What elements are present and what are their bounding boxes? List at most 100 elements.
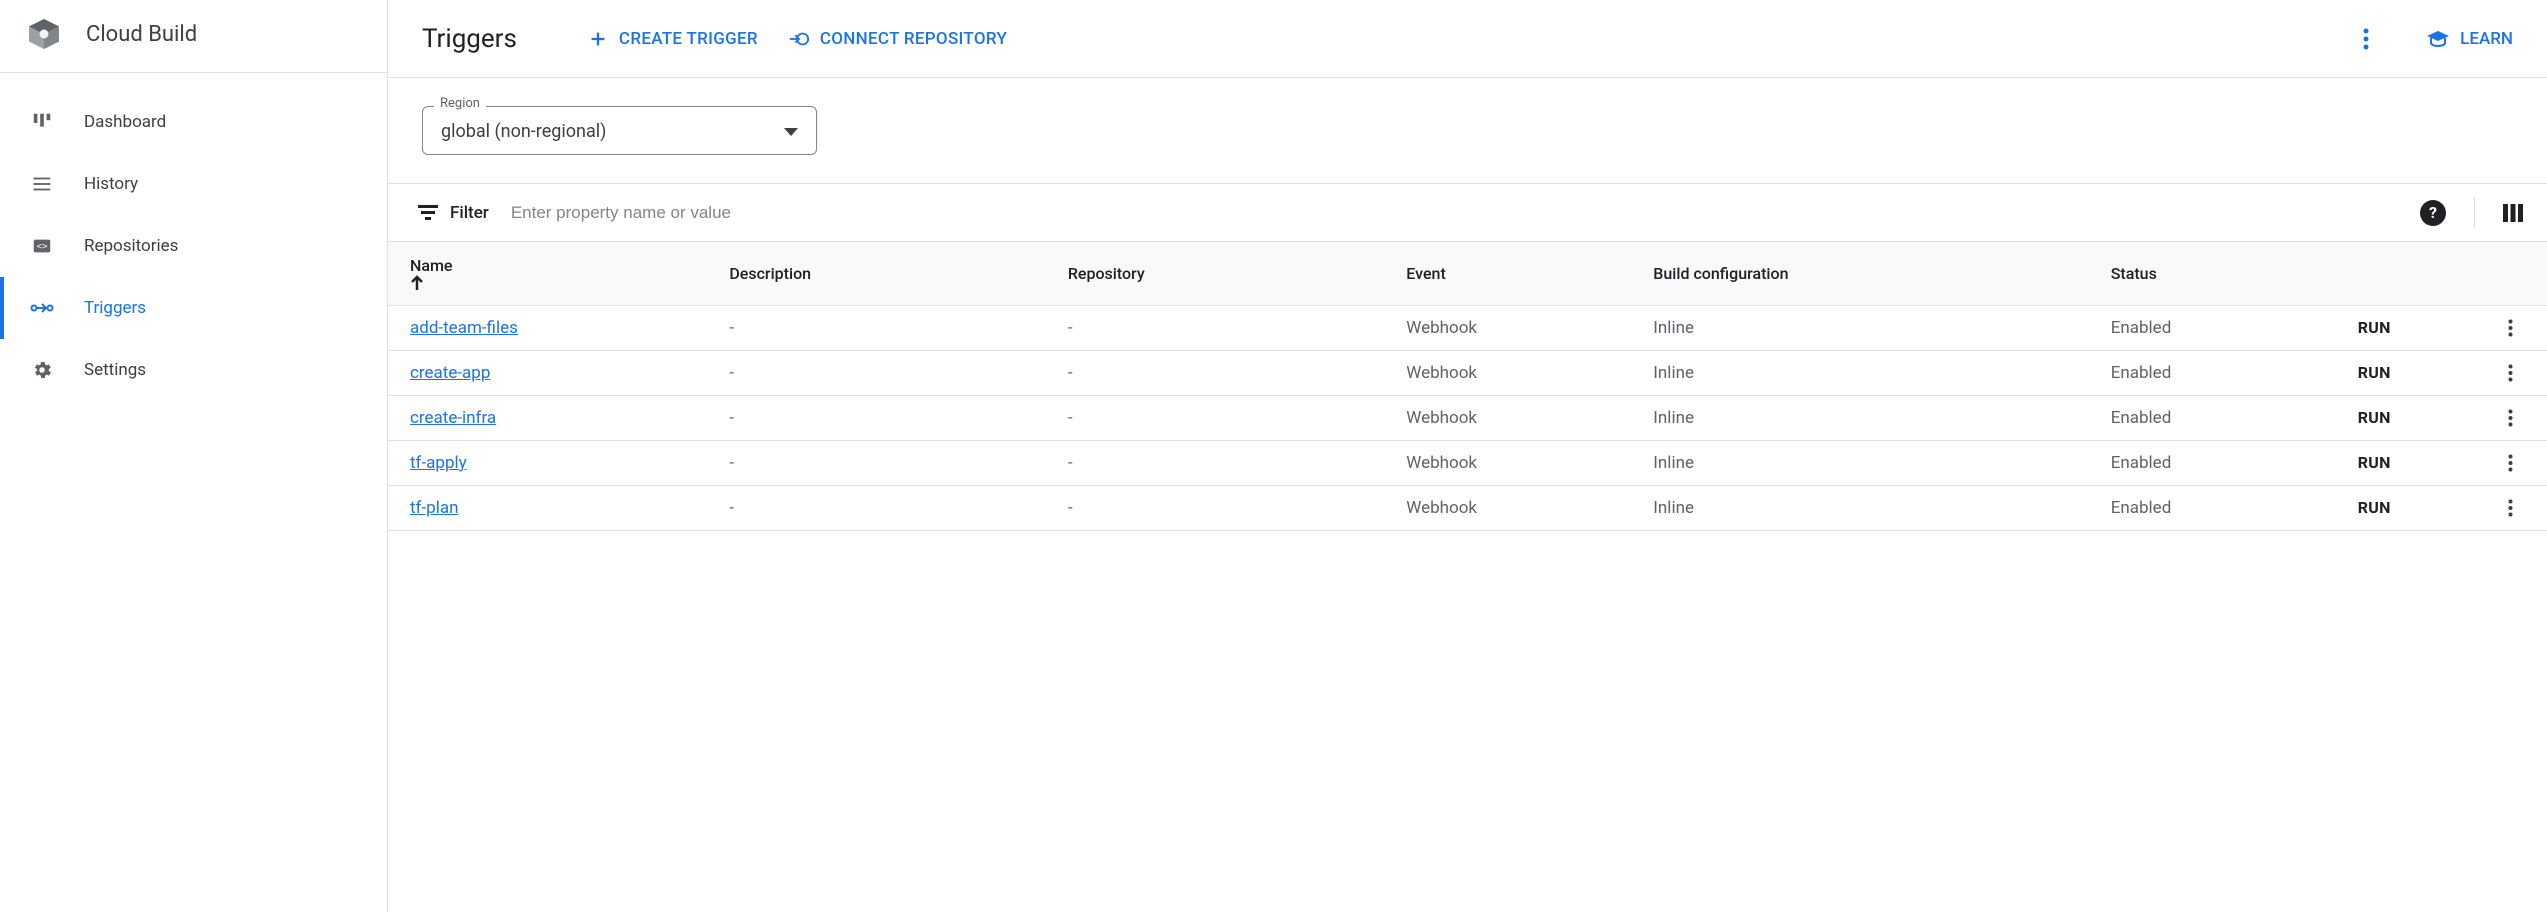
cell-event: Webhook xyxy=(1394,306,1641,351)
table-header-row: Name Description Repository Event Build … xyxy=(388,242,2547,306)
product-title: Cloud Build xyxy=(86,22,197,47)
header-event[interactable]: Event xyxy=(1394,242,1641,306)
header-description[interactable]: Description xyxy=(717,242,1055,306)
cell-status: Enabled xyxy=(2099,306,2346,351)
more-vert-icon xyxy=(2363,28,2369,50)
sidebar-item-settings[interactable]: Settings xyxy=(0,339,387,401)
run-button[interactable]: RUN xyxy=(2358,318,2391,337)
sort-ascending-icon xyxy=(410,275,705,291)
trigger-name-link[interactable]: add-team-files xyxy=(410,318,518,338)
cell-status: Enabled xyxy=(2099,351,2346,396)
settings-icon xyxy=(24,352,60,388)
cell-status: Enabled xyxy=(2099,441,2346,486)
run-button[interactable]: RUN xyxy=(2358,408,2391,427)
sidebar-item-label: History xyxy=(84,174,138,194)
create-trigger-button[interactable]: CREATE TRIGGER xyxy=(587,28,758,50)
cell-event: Webhook xyxy=(1394,486,1641,531)
cell-event: Webhook xyxy=(1394,441,1641,486)
triggers-table: Name Description Repository Event Build … xyxy=(388,241,2547,531)
header-build[interactable]: Build configuration xyxy=(1641,242,2098,306)
columns-icon[interactable] xyxy=(2503,204,2523,222)
region-field-label: Region xyxy=(434,96,486,111)
cell-repository: - xyxy=(1056,486,1394,531)
cell-event: Webhook xyxy=(1394,396,1641,441)
plus-icon xyxy=(587,28,609,50)
trigger-name-link[interactable]: tf-apply xyxy=(410,453,467,473)
filter-bar: Filter ? xyxy=(388,183,2547,241)
run-button[interactable]: RUN xyxy=(2358,498,2391,517)
history-icon xyxy=(24,166,60,202)
cell-build: Inline xyxy=(1641,486,2098,531)
filter-icon xyxy=(418,205,438,221)
run-button[interactable]: RUN xyxy=(2358,363,2391,382)
table-row: tf-apply--WebhookInlineEnabledRUN xyxy=(388,441,2547,486)
learn-icon xyxy=(2426,29,2450,49)
cell-build: Inline xyxy=(1641,441,2098,486)
cloud-build-logo-icon xyxy=(24,14,64,54)
trigger-name-link[interactable]: create-infra xyxy=(410,408,496,428)
cell-description: - xyxy=(717,396,1055,441)
table-row: add-team-files--WebhookInlineEnabledRUN xyxy=(388,306,2547,351)
divider xyxy=(2474,198,2475,228)
trigger-name-link[interactable]: create-app xyxy=(410,363,490,383)
row-menu-button[interactable] xyxy=(2486,364,2535,382)
trigger-name-link[interactable]: tf-plan xyxy=(410,498,459,518)
sidebar-item-triggers[interactable]: Triggers xyxy=(0,277,387,339)
connect-icon xyxy=(788,28,810,50)
cell-status: Enabled xyxy=(2099,486,2346,531)
region-value: global (non-regional) xyxy=(441,121,606,142)
page-title: Triggers xyxy=(422,24,517,54)
dashboard-icon xyxy=(24,104,60,140)
cell-build: Inline xyxy=(1641,351,2098,396)
topbar: Triggers CREATE TRIGGER CONNECT REPOSITO… xyxy=(388,0,2547,78)
cell-build: Inline xyxy=(1641,396,2098,441)
sidebar-item-repositories[interactable]: <> Repositories xyxy=(0,215,387,277)
svg-text:<>: <> xyxy=(36,241,48,252)
table-row: create-infra--WebhookInlineEnabledRUN xyxy=(388,396,2547,441)
sidebar-nav: Dashboard History <> Repositories Trigge… xyxy=(0,73,387,401)
table-row: create-app--WebhookInlineEnabledRUN xyxy=(388,351,2547,396)
sidebar-item-label: Dashboard xyxy=(84,112,166,132)
header-repository[interactable]: Repository xyxy=(1056,242,1394,306)
row-menu-button[interactable] xyxy=(2486,409,2535,427)
cell-event: Webhook xyxy=(1394,351,1641,396)
cell-description: - xyxy=(717,441,1055,486)
filter-label: Filter xyxy=(418,203,489,223)
filter-text: Filter xyxy=(450,203,489,223)
header-name[interactable]: Name xyxy=(388,242,717,306)
create-trigger-label: CREATE TRIGGER xyxy=(619,29,758,49)
row-menu-button[interactable] xyxy=(2486,499,2535,517)
learn-label: LEARN xyxy=(2460,29,2513,49)
sidebar-item-history[interactable]: History xyxy=(0,153,387,215)
cell-build: Inline xyxy=(1641,306,2098,351)
connect-repository-label: CONNECT REPOSITORY xyxy=(820,29,1007,49)
sidebar-item-label: Settings xyxy=(84,360,146,380)
row-menu-button[interactable] xyxy=(2486,319,2535,337)
repositories-icon: <> xyxy=(24,228,60,264)
sidebar-item-dashboard[interactable]: Dashboard xyxy=(0,91,387,153)
dropdown-arrow-icon xyxy=(784,128,798,136)
sidebar-item-label: Triggers xyxy=(84,298,146,318)
cell-description: - xyxy=(717,306,1055,351)
header-status[interactable]: Status xyxy=(2099,242,2346,306)
cell-description: - xyxy=(717,486,1055,531)
triggers-icon xyxy=(24,290,60,326)
learn-button[interactable]: LEARN xyxy=(2426,29,2513,49)
run-button[interactable]: RUN xyxy=(2358,453,2391,472)
cell-repository: - xyxy=(1056,396,1394,441)
cell-repository: - xyxy=(1056,306,1394,351)
help-icon[interactable]: ? xyxy=(2420,200,2446,226)
table-row: tf-plan--WebhookInlineEnabledRUN xyxy=(388,486,2547,531)
main-content: Triggers CREATE TRIGGER CONNECT REPOSITO… xyxy=(388,0,2547,912)
region-selector[interactable]: Region global (non-regional) xyxy=(422,106,817,155)
cell-repository: - xyxy=(1056,441,1394,486)
connect-repository-button[interactable]: CONNECT REPOSITORY xyxy=(788,28,1007,50)
row-menu-button[interactable] xyxy=(2486,454,2535,472)
sidebar: Cloud Build Dashboard History <> Reposit… xyxy=(0,0,388,912)
more-options-button[interactable] xyxy=(2346,19,2386,59)
cell-status: Enabled xyxy=(2099,396,2346,441)
sidebar-item-label: Repositories xyxy=(84,236,178,256)
filter-input[interactable] xyxy=(511,203,2420,223)
cell-repository: - xyxy=(1056,351,1394,396)
content-area: Region global (non-regional) Filter xyxy=(388,78,2547,531)
